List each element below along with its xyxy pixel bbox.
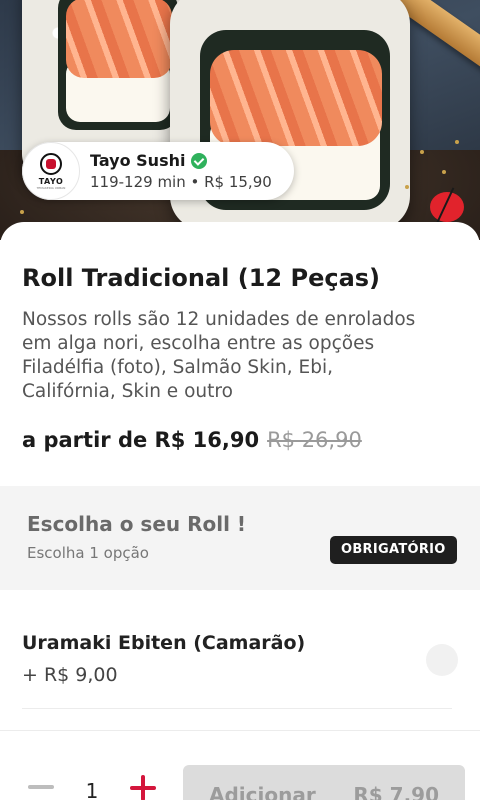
product-hero-image: TAYO TEMAKERIA URBAN Tayo Sushi 119-129 … bbox=[0, 0, 480, 240]
add-to-cart-bar: 1 Adicionar R$ 7,90 bbox=[0, 730, 480, 800]
product-price: a partir de R$ 16,90 bbox=[22, 428, 260, 452]
quantity-value: 1 bbox=[85, 779, 99, 800]
divider bbox=[22, 708, 452, 709]
add-to-cart-button[interactable]: Adicionar R$ 7,90 bbox=[183, 765, 465, 800]
section-title: Escolha o seu Roll ! bbox=[27, 512, 247, 536]
store-header-pill[interactable]: TAYO TEMAKERIA URBAN Tayo Sushi 119-129 … bbox=[22, 142, 294, 200]
add-button-label: Adicionar bbox=[209, 783, 316, 800]
logo-text: TAYO bbox=[38, 176, 64, 186]
logo-mark-icon bbox=[40, 152, 62, 175]
product-old-price: R$ 26,90 bbox=[267, 428, 362, 452]
store-name: Tayo Sushi bbox=[90, 151, 186, 170]
option-item[interactable]: Uramaki Ebiten (Camarão) + R$ 9,00 bbox=[0, 590, 480, 710]
store-delivery-info: 119-129 min • R$ 15,90 bbox=[90, 173, 272, 191]
option-radio-button[interactable] bbox=[426, 644, 458, 676]
product-sheet: Roll Tradicional (12 Peças) Nossos rolls… bbox=[0, 222, 480, 800]
store-logo: TAYO TEMAKERIA URBAN bbox=[22, 142, 80, 200]
choice-section-header: Escolha o seu Roll ! Escolha 1 opção OBR… bbox=[0, 486, 480, 590]
price-row: a partir de R$ 16,90 R$ 26,90 bbox=[22, 428, 362, 452]
section-subtitle: Escolha 1 opção bbox=[27, 544, 149, 562]
required-badge: OBRIGATÓRIO bbox=[330, 536, 457, 564]
product-title: Roll Tradicional (12 Peças) bbox=[22, 264, 381, 292]
option-name: Uramaki Ebiten (Camarão) bbox=[22, 632, 306, 654]
decrease-quantity-button[interactable] bbox=[28, 785, 54, 789]
add-button-price: R$ 7,90 bbox=[353, 783, 439, 800]
option-price: + R$ 9,00 bbox=[22, 664, 118, 686]
increase-quantity-button[interactable] bbox=[130, 775, 156, 800]
product-description: Nossos rolls são 12 unidades de enrolado… bbox=[22, 309, 416, 402]
logo-subtext: TEMAKERIA URBAN bbox=[36, 185, 66, 190]
verified-check-icon bbox=[191, 152, 208, 169]
decorative-badge bbox=[430, 192, 464, 222]
